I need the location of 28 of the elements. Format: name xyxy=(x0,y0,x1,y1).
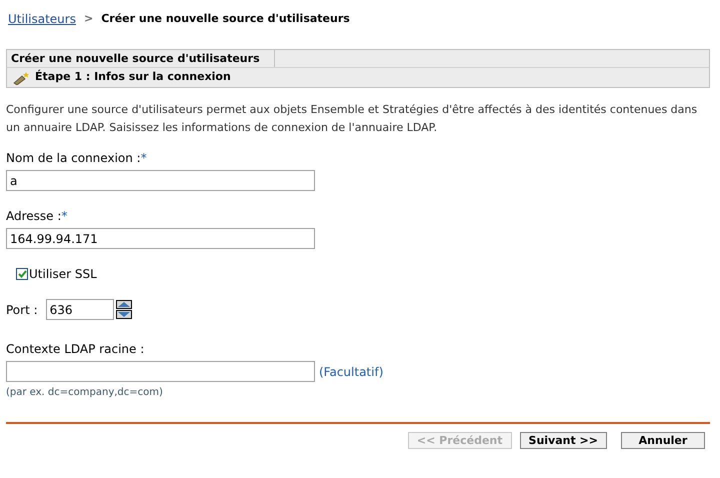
required-mark: * xyxy=(61,208,68,225)
panel-title: Créer une nouvelle source d'utilisateurs xyxy=(7,50,275,67)
ssl-checkbox[interactable] xyxy=(16,268,28,280)
required-mark: * xyxy=(140,150,147,167)
breadcrumb-current: Créer une nouvelle source d'utilisateurs xyxy=(101,10,350,27)
breadcrumb-link[interactable]: Utilisateurs xyxy=(8,10,76,28)
field-label: Contexte LDAP racine : xyxy=(6,341,146,358)
field-label: Port : xyxy=(6,302,38,318)
breadcrumb-separator: > xyxy=(84,10,94,27)
step-title: Étape 1 : Infos sur la connexion xyxy=(35,69,231,86)
port-field[interactable]: 636 xyxy=(46,299,114,320)
wand-icon xyxy=(13,70,30,84)
field-hint: (par ex. dc=company,dc=com) xyxy=(6,386,164,400)
check-icon xyxy=(18,270,26,278)
down-arrow-icon xyxy=(118,312,130,317)
wizard-button[interactable]: Annuler xyxy=(621,432,705,449)
description-text: Configurer une source d'utilisateurs permet aux objets Ensemble et Stratégies d'être affectés à des identités contenues dans un annuaire LDAP. Saisissez les informations de connexion de l'annuaire LDAP. xyxy=(6,102,698,136)
checkbox-label: Utiliser SSL xyxy=(29,266,97,283)
text-field[interactable] xyxy=(6,361,315,382)
decrement-button[interactable] xyxy=(116,310,132,319)
wizard-button[interactable]: Suivant >> xyxy=(520,432,607,449)
field-label: Nom de la connexion : xyxy=(6,150,141,167)
optional-note: (Facultatif) xyxy=(319,364,384,380)
text-field[interactable]: 164.99.94.171 xyxy=(6,228,315,249)
field-label: Adresse : xyxy=(6,208,62,225)
increment-button[interactable] xyxy=(116,300,132,309)
up-arrow-icon xyxy=(118,302,130,307)
text-field[interactable]: a xyxy=(6,170,315,191)
